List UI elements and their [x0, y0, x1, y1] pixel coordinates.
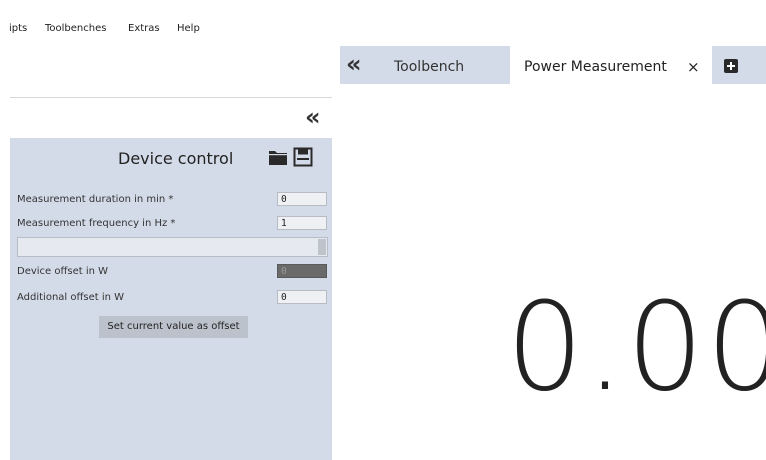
close-tab-icon[interactable]: ×: [687, 58, 700, 76]
additional-offset-label: Additional offset in W: [17, 292, 125, 303]
splitter[interactable]: [333, 46, 340, 460]
additional-offset-field[interactable]: 0: [277, 290, 327, 304]
collapse-panel-icon[interactable]: «: [305, 105, 320, 129]
duration-field[interactable]: 0: [277, 192, 327, 206]
measurement-view: 0.00: [340, 84, 766, 460]
frequency-label: Measurement frequency in Hz *: [17, 218, 176, 229]
tab-toolbench[interactable]: Toolbench: [394, 59, 464, 75]
menu-item-extras[interactable]: Extras: [128, 23, 160, 34]
device-control-panel: Device control Measurement duration in m…: [10, 138, 332, 460]
menu-bar: ipts Toolbenches Extras Help: [0, 0, 766, 46]
tab-power-measurement[interactable]: Power Measurement ×: [510, 46, 712, 84]
measurement-progress-bar: [17, 237, 328, 257]
power-value-display: 0.00: [506, 276, 766, 418]
menu-item-help[interactable]: Help: [177, 23, 200, 34]
folder-open-icon[interactable]: [268, 147, 288, 167]
set-offset-button[interactable]: Set current value as offset: [99, 316, 248, 338]
collapse-toolbench-icon[interactable]: «: [346, 52, 361, 76]
menu-item-toolbenches[interactable]: Toolbenches: [45, 23, 106, 34]
tab-strip: « Toolbench Power Measurement ×: [340, 46, 766, 84]
left-panel-divider: [10, 97, 332, 98]
frequency-field[interactable]: 1: [277, 216, 327, 230]
device-offset-field: 0: [277, 264, 327, 278]
add-tab-icon[interactable]: [724, 59, 738, 73]
left-panel-header: [0, 46, 340, 138]
menu-item-scripts[interactable]: ipts: [9, 23, 27, 34]
panel-title: Device control: [118, 149, 234, 168]
device-offset-label: Device offset in W: [17, 266, 109, 277]
duration-label: Measurement duration in min *: [17, 194, 174, 205]
tab-label: Power Measurement: [524, 59, 667, 75]
save-icon[interactable]: [293, 147, 313, 167]
progress-scroll-handle[interactable]: [318, 239, 326, 255]
